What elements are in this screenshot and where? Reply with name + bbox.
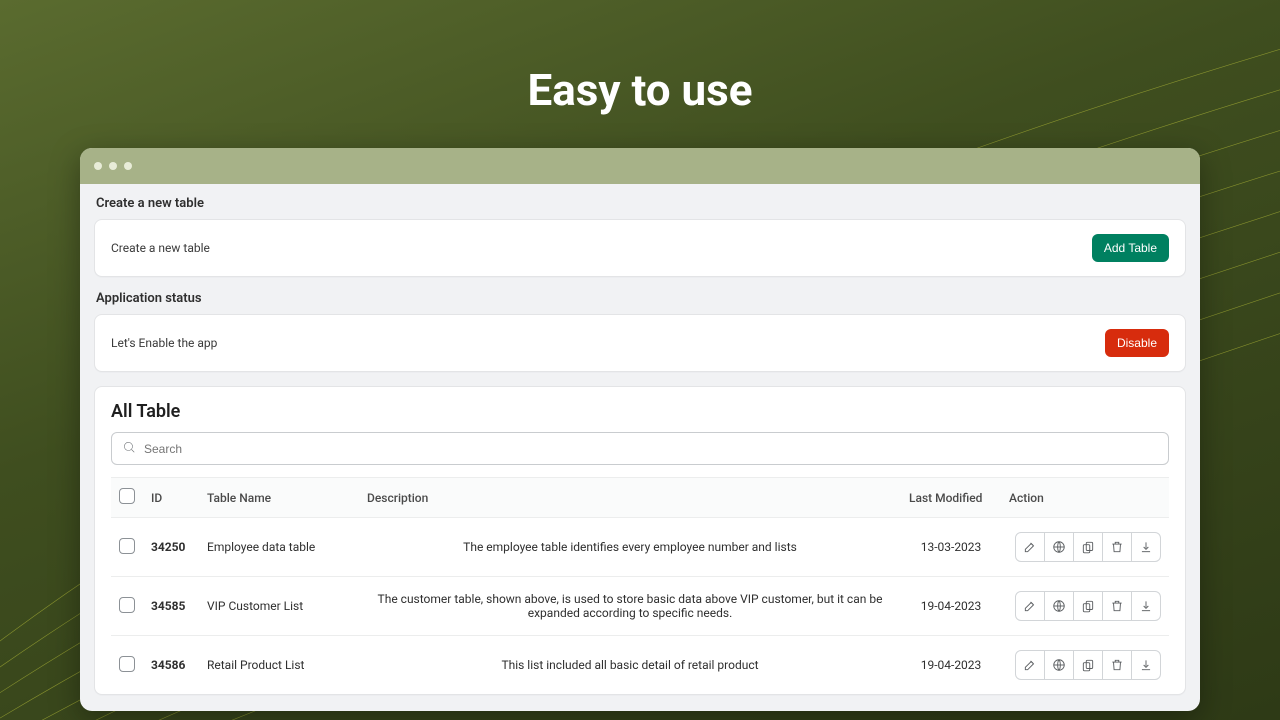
edit-icon[interactable] [1015, 532, 1045, 562]
trash-icon[interactable] [1102, 650, 1132, 680]
row-checkbox[interactable] [119, 656, 135, 672]
trash-icon[interactable] [1102, 532, 1132, 562]
row-last-modified: 19-04-2023 [921, 599, 982, 613]
window-dot [94, 162, 102, 170]
status-section-label: Application status [94, 291, 1186, 314]
col-description: Description [359, 478, 901, 518]
app-window: Create a new table Create a new table Ad… [80, 148, 1200, 711]
edit-icon[interactable] [1015, 650, 1045, 680]
row-id: 34250 [151, 540, 185, 554]
create-panel: Create a new table Add Table [94, 219, 1186, 277]
hero-title: Easy to use [0, 0, 1280, 116]
create-section-label: Create a new table [94, 196, 1186, 219]
search-input[interactable] [144, 442, 1158, 456]
search-field[interactable] [111, 432, 1169, 465]
status-text: Let's Enable the app [111, 336, 217, 350]
select-all-checkbox[interactable] [119, 488, 135, 504]
add-table-button[interactable]: Add Table [1092, 234, 1169, 262]
col-name: Table Name [199, 478, 359, 518]
row-description: This list included all basic detail of r… [501, 658, 758, 672]
row-actions [1015, 532, 1161, 562]
globe-icon[interactable] [1044, 650, 1074, 680]
table-row: 34585 VIP Customer List The customer tab… [111, 577, 1169, 636]
row-checkbox[interactable] [119, 538, 135, 554]
download-icon[interactable] [1131, 591, 1161, 621]
row-id: 34585 [151, 599, 185, 613]
globe-icon[interactable] [1044, 591, 1074, 621]
download-icon[interactable] [1131, 532, 1161, 562]
trash-icon[interactable] [1102, 591, 1132, 621]
tables-grid: ID Table Name Description Last Modified … [111, 477, 1169, 694]
window-titlebar [80, 148, 1200, 184]
table-row: 34586 Retail Product List This list incl… [111, 636, 1169, 695]
row-last-modified: 13-03-2023 [921, 540, 982, 554]
row-actions [1015, 591, 1161, 621]
col-action: Action [1001, 478, 1169, 518]
tables-panel: All Table ID Table Name Description Last… [94, 386, 1186, 695]
row-name: VIP Customer List [207, 599, 303, 613]
download-icon[interactable] [1131, 650, 1161, 680]
globe-icon[interactable] [1044, 532, 1074, 562]
window-dot [109, 162, 117, 170]
disable-button[interactable]: Disable [1105, 329, 1169, 357]
status-panel: Let's Enable the app Disable [94, 314, 1186, 372]
tables-title: All Table [111, 401, 1169, 422]
col-id: ID [143, 478, 199, 518]
copy-icon[interactable] [1073, 650, 1103, 680]
row-name: Employee data table [207, 540, 315, 554]
copy-icon[interactable] [1073, 591, 1103, 621]
row-checkbox[interactable] [119, 597, 135, 613]
row-description: The customer table, shown above, is used… [378, 592, 883, 620]
table-row: 34250 Employee data table The employee t… [111, 518, 1169, 577]
col-last-modified: Last Modified [901, 478, 1001, 518]
row-id: 34586 [151, 658, 185, 672]
edit-icon[interactable] [1015, 591, 1045, 621]
row-actions [1015, 650, 1161, 680]
row-name: Retail Product List [207, 658, 304, 672]
create-text: Create a new table [111, 241, 210, 255]
search-icon [122, 439, 136, 458]
copy-icon[interactable] [1073, 532, 1103, 562]
window-dot [124, 162, 132, 170]
row-description: The employee table identifies every empl… [463, 540, 797, 554]
row-last-modified: 19-04-2023 [921, 658, 982, 672]
